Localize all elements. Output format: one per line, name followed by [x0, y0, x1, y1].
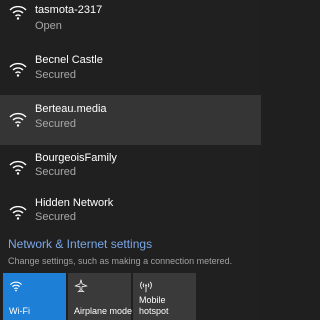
- wifi-toggle-label: Wi-Fi: [9, 306, 30, 316]
- network-name: Becnel Castle: [35, 54, 103, 66]
- network-item-berteau[interactable]: Berteau.media Secured: [0, 95, 261, 145]
- wifi-secured-icon: [9, 160, 27, 175]
- mobile-hotspot-button[interactable]: Mobile hotspot: [133, 273, 196, 320]
- network-item-hidden[interactable]: Hidden Network Secured: [0, 193, 261, 243]
- network-name: Berteau.media: [35, 103, 107, 115]
- mobile-hotspot-label-line1: Mobile: [139, 295, 166, 305]
- network-settings-description: Change settings, such as making a connec…: [8, 256, 233, 266]
- network-status: Secured: [35, 211, 76, 223]
- network-flyout: tasmota-2317 Open Becnel Castle Secured …: [0, 0, 261, 320]
- airplane-mode-button[interactable]: Airplane mode: [68, 273, 133, 320]
- airplane-mode-label: Airplane mode: [74, 306, 133, 316]
- network-name: tasmota-2317: [35, 4, 103, 16]
- wifi-secured-icon: [9, 112, 27, 127]
- network-name: BourgeoisFamily: [35, 152, 117, 164]
- network-status: Open: [35, 20, 62, 32]
- network-settings-link[interactable]: Network & Internet settings: [8, 237, 152, 251]
- wifi-secured-icon: [9, 62, 27, 77]
- mobile-hotspot-label-line2: hotspot: [139, 306, 169, 316]
- network-status: Secured: [35, 69, 76, 81]
- network-status: Secured: [35, 166, 76, 178]
- network-item-bourgeois[interactable]: BourgeoisFamily Secured: [0, 145, 261, 195]
- network-item-becnel[interactable]: Becnel Castle Secured: [0, 47, 261, 97]
- wifi-secured-icon: [9, 205, 27, 220]
- wifi-icon: [9, 281, 23, 292]
- network-name: Hidden Network: [35, 197, 114, 209]
- wifi-toggle-button[interactable]: Wi-Fi: [3, 273, 66, 320]
- wifi-signal-icon: [9, 5, 27, 20]
- network-status: Secured: [35, 118, 76, 130]
- network-item-tasmota[interactable]: tasmota-2317 Open: [0, 0, 261, 42]
- hotspot-icon: [140, 281, 152, 293]
- airplane-icon: [74, 279, 88, 293]
